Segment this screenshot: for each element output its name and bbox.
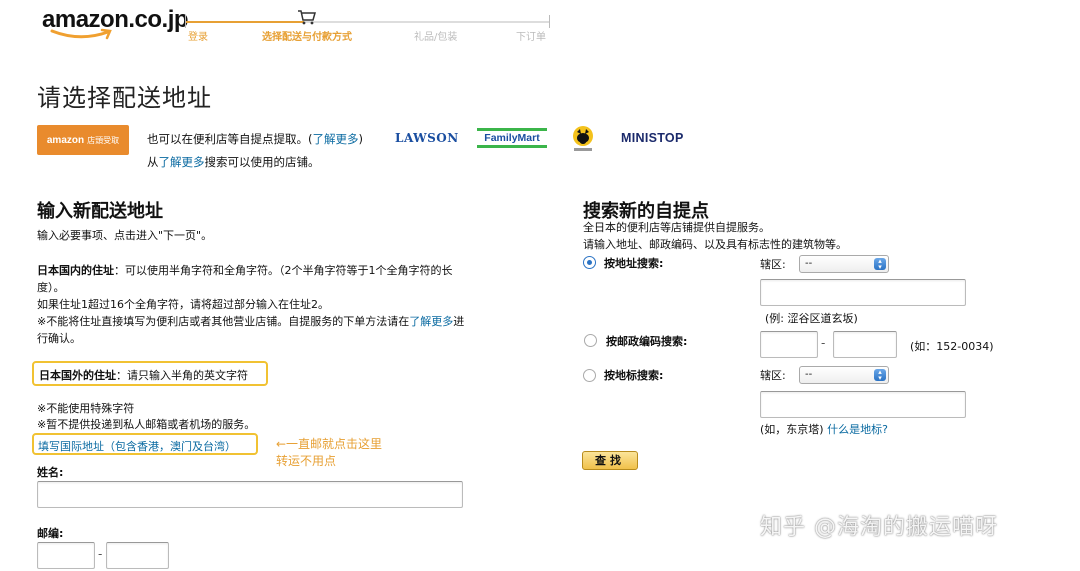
annotation-note: ←一直邮就点击这里 转运不用点 [276,436,382,470]
domestic-label: 日本国内的住址 [37,264,114,277]
smile-arrow-icon [50,28,112,40]
domestic-address-info: 日本国内的住址：可以使用半角字符和全角字符。（2个半角字符等于1个全角字符的长度… [37,262,467,347]
pickup-postcode-dash: - [821,336,826,350]
foreign-label: 日本国外的住址 [39,369,116,382]
checkout-progress: 登录 选择配送与付款方式 礼品/包装 下订单 [185,10,550,44]
landmark-example: (如，东京塔) [760,423,824,436]
name-input[interactable] [37,481,463,508]
address-notes: ※不能使用特殊字符 ※暂不提供投递到私人邮箱或者机场的服务。 [37,401,255,433]
postcode-input-2[interactable] [106,542,169,569]
landmark-search-label: 按地标搜索: [604,369,664,382]
yamato-cat-icon [573,126,593,151]
pickup-line2-pre: 从 [147,155,159,169]
note-special-chars: ※不能使用特殊字符 [37,402,135,415]
address-example: (例: 涩谷区道玄坂) [765,312,858,325]
annotation-line1: ←一直邮就点击这里 [276,437,383,451]
postcode-input-1[interactable] [37,542,95,569]
pickup-info-text: 也可以在便利店等自提点提取。( [147,132,313,146]
district-label-2: 辖区: [760,369,786,382]
postcode-search-label: 按邮政编码搜索: [606,335,688,348]
new-address-heading: 输入新配送地址 [37,201,163,222]
pickup-line2-post: 搜索可以使用的店铺。 [204,155,320,169]
pickup-info-line2: 从了解更多搜索可以使用的店铺。 [147,154,320,170]
domestic-note2-text: ※不能将住址直接填写为便利店或者其他营业店铺。自提服务的下单方法请在 [37,315,410,328]
step-place-order: 下订单 [516,32,546,43]
pickup-postcode-input-1[interactable] [760,331,818,358]
learn-more-pickup-link[interactable]: 了解更多 [409,315,453,328]
annotation-line2: 转运不用点 [276,454,337,468]
pickup-postcode-input-2[interactable] [833,331,897,358]
cart-icon [298,10,316,25]
postcode-dash: - [98,547,103,561]
zhihu-watermark: 知乎 @海淘的搬运喵呀 [760,515,998,540]
postcode-label: 邮编: [37,527,64,540]
select-arrows-icon: ▴ ▾ [874,369,886,382]
radio-postcode-search[interactable] [584,334,597,347]
step-gift-wrap: 礼品/包装 [414,32,458,43]
pickup-info-end: ) [358,132,364,146]
district-select-2-value: -- [805,369,813,380]
step-login: 登录 [188,32,208,43]
lawson-logo: LAWSON [395,131,459,145]
landmark-search-input[interactable] [760,391,966,418]
international-address-link[interactable]: 填写国际地址（包含香港，澳门及台湾） [32,433,258,455]
learn-more-link[interactable]: 了解更多 [313,132,359,146]
progress-end-tick [549,15,550,28]
ministop-logo: MINISTOP [621,131,684,145]
amazon-pickup-logo: amazon 店頭受取 [37,125,129,155]
foreign-address-notice: 日本国外的住址：请只输入半角的英文字符 [32,361,268,386]
pickup-logo-sub: 店頭受取 [87,135,120,145]
address-search-label: 按地址搜索: [604,257,664,270]
district-label-1: 辖区: [760,258,786,271]
pickup-info-line1: 也可以在便利店等自提点提取。(了解更多) [147,131,363,147]
new-address-intro: 输入必要事项、点击进入"下一页"。 [37,229,213,242]
what-is-landmark-link[interactable]: 什么是地标? [827,423,888,436]
progress-fill [186,21,304,23]
name-label: 姓名: [37,466,64,479]
district-select-1-value: -- [805,258,813,269]
district-select-2[interactable]: -- ▴ ▾ [799,366,889,384]
select-arrows-icon: ▴ ▾ [874,258,886,271]
domestic-note-overflow: 如果住址1超过16个全角字符，请将超过部分输入在住址2。 [37,298,329,311]
learn-more-stores-link[interactable]: 了解更多 [159,155,205,169]
familymart-logo: FamilyMart [477,128,547,148]
search-button[interactable]: 查找 [582,451,638,470]
page-title: 请选择配送地址 [37,84,212,112]
pickup-intro-line1: 全日本的便利店等店铺提供自提服务。 [583,221,770,234]
pickup-logo-main: amazon [46,134,85,146]
domestic-rule: 日本国内的住址：可以使用半角字符和全角字符。（2个半角字符等于1个全角字符的长度… [37,262,467,296]
domestic-note-store: ※不能将住址直接填写为便利店或者其他营业店铺。自提服务的下单方法请在了解更多进行… [37,313,467,347]
postcode-example: (如：152-0034) [910,340,994,353]
landmark-example-line: (如，东京塔) 什么是地标? [760,421,888,437]
amazon-logo[interactable]: amazon.co.jp [42,6,189,42]
progress-start-tick [185,15,186,28]
step-shipping-payment: 选择配送与付款方式 [262,32,352,43]
pickup-search-intro: 全日本的便利店等店铺提供自提服务。 请输入地址、邮政编码、以及具有标志性的建筑物… [583,219,847,253]
note-po-box: ※暂不提供投递到私人邮箱或者机场的服务。 [37,418,256,431]
district-select-1[interactable]: -- ▴ ▾ [799,255,889,273]
radio-landmark-search[interactable] [583,369,596,382]
address-search-input[interactable] [760,279,966,306]
foreign-text: ：请只输入半角的英文字符 [116,369,248,382]
radio-address-search[interactable] [583,256,596,269]
pickup-intro-line2: 请输入地址、邮政编码、以及具有标志性的建筑物等。 [583,238,847,251]
